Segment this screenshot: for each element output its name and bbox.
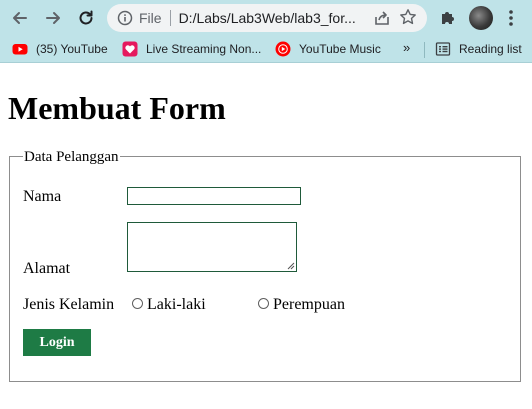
bookmark-youtube-music[interactable]: YouTube Music [275, 40, 381, 58]
alamat-label: Alamat [23, 260, 71, 277]
streaming-heart-icon [122, 41, 138, 57]
share-icon[interactable] [373, 9, 391, 27]
nama-input[interactable] [127, 187, 301, 205]
reading-list-label: Reading list [459, 42, 522, 56]
bookmark-label: YouTube Music [299, 42, 381, 56]
forward-button[interactable] [41, 6, 65, 30]
reload-icon [79, 10, 93, 25]
back-arrow-icon [13, 12, 27, 24]
reading-list-button[interactable]: Reading list [435, 40, 522, 58]
omnibox-divider [169, 10, 171, 26]
forward-arrow-icon [46, 12, 60, 24]
kebab-menu-icon[interactable] [505, 8, 517, 28]
address-bar[interactable]: File D:/Labs/Lab3Web/lab3_for... [107, 4, 427, 32]
browser-toolbar: File D:/Labs/Lab3Web/lab3_for... [0, 0, 532, 36]
radio-perempuan-label[interactable]: Perempuan [273, 296, 345, 314]
bookmark-label: Live Streaming Non... [146, 42, 262, 56]
radio-perempuan[interactable] [258, 298, 269, 309]
scheme-label: File [139, 10, 162, 26]
back-button[interactable] [8, 6, 32, 30]
bookmarks-bar: (35) YouTube Live Streaming Non... YouTu… [0, 36, 532, 63]
url-text[interactable]: D:/Labs/Lab3Web/lab3_for... [179, 10, 359, 26]
bookmark-youtube[interactable]: (35) YouTube [12, 40, 108, 58]
page-title: Membuat Form [8, 90, 226, 126]
alamat-textarea[interactable] [127, 222, 297, 272]
reading-list-icon [435, 42, 451, 56]
bookmark-star-icon[interactable] [399, 8, 417, 26]
info-icon[interactable] [117, 10, 133, 26]
nama-label: Nama [23, 188, 62, 205]
reload-button[interactable] [74, 6, 98, 30]
jenis-kelamin-label: Jenis Kelamin [23, 296, 115, 313]
bookmark-live-streaming[interactable]: Live Streaming Non... [122, 40, 261, 58]
login-button[interactable]: Login [23, 329, 91, 356]
extensions-puzzle-icon[interactable] [439, 8, 457, 26]
fieldset-legend: Data Pelanggan [23, 149, 120, 166]
more-bookmarks-button[interactable]: » [403, 40, 410, 55]
bookmarks-divider [424, 42, 425, 58]
youtube-music-icon [275, 41, 291, 57]
resize-grip-icon[interactable] [287, 262, 295, 270]
youtube-icon [12, 44, 28, 55]
radio-laki-laki-label[interactable]: Laki-laki [147, 296, 206, 314]
bookmark-label: (35) YouTube [36, 42, 108, 56]
profile-avatar[interactable] [469, 6, 493, 30]
radio-laki-laki[interactable] [132, 298, 143, 309]
